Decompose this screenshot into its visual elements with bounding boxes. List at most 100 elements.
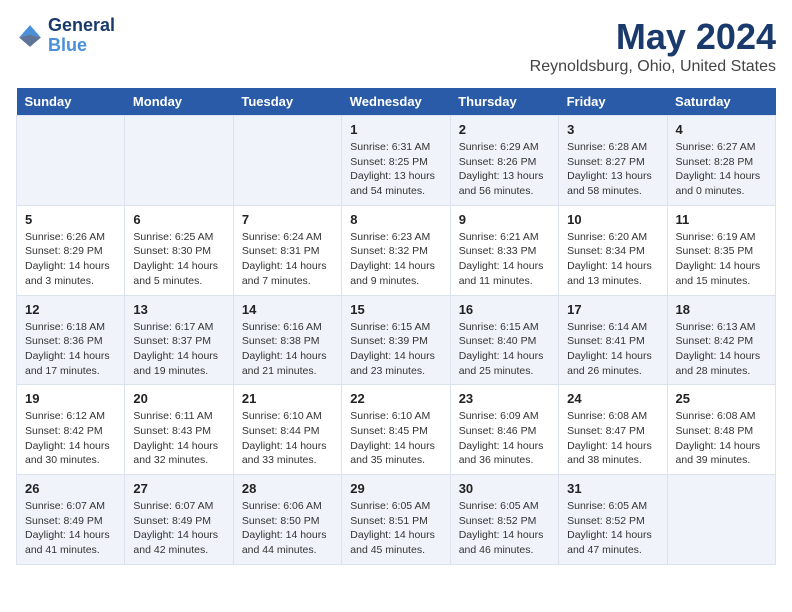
calendar-cell: 28 Sunrise: 6:06 AM Sunset: 8:50 PM Dayli…	[233, 475, 341, 565]
cell-info: Sunrise: 6:05 AM Sunset: 8:52 PM Dayligh…	[567, 499, 658, 558]
calendar-cell: 15 Sunrise: 6:15 AM Sunset: 8:39 PM Dayli…	[342, 295, 450, 385]
day-number: 3	[567, 122, 658, 137]
calendar-cell: 3 Sunrise: 6:28 AM Sunset: 8:27 PM Daylig…	[559, 116, 667, 206]
cell-info: Sunrise: 6:10 AM Sunset: 8:44 PM Dayligh…	[242, 409, 333, 468]
cell-info: Sunrise: 6:21 AM Sunset: 8:33 PM Dayligh…	[459, 230, 550, 289]
header-thursday: Thursday	[450, 88, 558, 116]
header-wednesday: Wednesday	[342, 88, 450, 116]
calendar-cell: 12Sunrise: 6:18 AM Sunset: 8:36 PM Dayli…	[17, 295, 125, 385]
calendar-cell: 25 Sunrise: 6:08 AM Sunset: 8:48 PM Dayli…	[667, 385, 775, 475]
calendar-cell: 24 Sunrise: 6:08 AM Sunset: 8:47 PM Dayli…	[559, 385, 667, 475]
page-header: General Blue May 2024 Reynoldsburg, Ohio…	[16, 16, 776, 76]
cell-info: Sunrise: 6:26 AM Sunset: 8:29 PM Dayligh…	[25, 230, 116, 289]
subtitle: Reynoldsburg, Ohio, United States	[530, 58, 776, 76]
day-number: 18	[676, 302, 767, 317]
day-number: 29	[350, 481, 441, 496]
day-number: 11	[676, 212, 767, 227]
cell-info: Sunrise: 6:20 AM Sunset: 8:34 PM Dayligh…	[567, 230, 658, 289]
day-number: 27	[133, 481, 224, 496]
main-title: May 2024	[530, 16, 776, 58]
calendar-table: SundayMondayTuesdayWednesdayThursdayFrid…	[16, 88, 776, 565]
calendar-cell: 16Sunrise: 6:15 AM Sunset: 8:40 PM Dayli…	[450, 295, 558, 385]
week-row-2: 12Sunrise: 6:18 AM Sunset: 8:36 PM Dayli…	[17, 295, 776, 385]
cell-info: Sunrise: 6:08 AM Sunset: 8:47 PM Dayligh…	[567, 409, 658, 468]
calendar-cell: 2Sunrise: 6:29 AM Sunset: 8:26 PM Daylig…	[450, 116, 558, 206]
logo: General Blue	[16, 16, 115, 56]
cell-info: Sunrise: 6:10 AM Sunset: 8:45 PM Dayligh…	[350, 409, 441, 468]
logo-line2: Blue	[48, 35, 87, 55]
day-number: 2	[459, 122, 550, 137]
calendar-cell: 13 Sunrise: 6:17 AM Sunset: 8:37 PM Dayli…	[125, 295, 233, 385]
cell-info: Sunrise: 6:28 AM Sunset: 8:27 PM Dayligh…	[567, 140, 658, 199]
cell-info: Sunrise: 6:11 AM Sunset: 8:43 PM Dayligh…	[133, 409, 224, 468]
cell-info: Sunrise: 6:12 AM Sunset: 8:42 PM Dayligh…	[25, 409, 116, 468]
calendar-cell: 6 Sunrise: 6:25 AM Sunset: 8:30 PM Daylig…	[125, 205, 233, 295]
cell-info: Sunrise: 6:06 AM Sunset: 8:50 PM Dayligh…	[242, 499, 333, 558]
day-number: 9	[459, 212, 550, 227]
day-number: 10	[567, 212, 658, 227]
cell-info: Sunrise: 6:13 AM Sunset: 8:42 PM Dayligh…	[676, 320, 767, 379]
calendar-cell: 7Sunrise: 6:24 AM Sunset: 8:31 PM Daylig…	[233, 205, 341, 295]
logo-icon	[16, 22, 44, 50]
header-tuesday: Tuesday	[233, 88, 341, 116]
calendar-cell: 11 Sunrise: 6:19 AM Sunset: 8:35 PM Dayli…	[667, 205, 775, 295]
day-number: 26	[25, 481, 116, 496]
cell-info: Sunrise: 6:08 AM Sunset: 8:48 PM Dayligh…	[676, 409, 767, 468]
calendar-cell: 31Sunrise: 6:05 AM Sunset: 8:52 PM Dayli…	[559, 475, 667, 565]
calendar-cell	[233, 116, 341, 206]
calendar-cell	[17, 116, 125, 206]
title-area: May 2024 Reynoldsburg, Ohio, United Stat…	[530, 16, 776, 76]
day-number: 5	[25, 212, 116, 227]
day-number: 4	[676, 122, 767, 137]
day-number: 14	[242, 302, 333, 317]
calendar-cell: 17Sunrise: 6:14 AM Sunset: 8:41 PM Dayli…	[559, 295, 667, 385]
calendar-cell: 26 Sunrise: 6:07 AM Sunset: 8:49 PM Dayli…	[17, 475, 125, 565]
cell-info: Sunrise: 6:23 AM Sunset: 8:32 PM Dayligh…	[350, 230, 441, 289]
day-number: 15	[350, 302, 441, 317]
calendar-cell: 30Sunrise: 6:05 AM Sunset: 8:52 PM Dayli…	[450, 475, 558, 565]
day-number: 21	[242, 391, 333, 406]
day-number: 30	[459, 481, 550, 496]
cell-info: Sunrise: 6:15 AM Sunset: 8:39 PM Dayligh…	[350, 320, 441, 379]
day-number: 1	[350, 122, 441, 137]
day-number: 13	[133, 302, 224, 317]
cell-info: Sunrise: 6:09 AM Sunset: 8:46 PM Dayligh…	[459, 409, 550, 468]
day-number: 6	[133, 212, 224, 227]
calendar-cell: 1 Sunrise: 6:31 AM Sunset: 8:25 PM Daylig…	[342, 116, 450, 206]
calendar-cell: 18 Sunrise: 6:13 AM Sunset: 8:42 PM Dayli…	[667, 295, 775, 385]
calendar-cell: 22 Sunrise: 6:10 AM Sunset: 8:45 PM Dayli…	[342, 385, 450, 475]
week-row-0: 1 Sunrise: 6:31 AM Sunset: 8:25 PM Daylig…	[17, 116, 776, 206]
day-number: 19	[25, 391, 116, 406]
cell-info: Sunrise: 6:31 AM Sunset: 8:25 PM Dayligh…	[350, 140, 441, 199]
day-number: 24	[567, 391, 658, 406]
header-monday: Monday	[125, 88, 233, 116]
cell-info: Sunrise: 6:07 AM Sunset: 8:49 PM Dayligh…	[133, 499, 224, 558]
calendar-cell: 8 Sunrise: 6:23 AM Sunset: 8:32 PM Daylig…	[342, 205, 450, 295]
calendar-cell: 14 Sunrise: 6:16 AM Sunset: 8:38 PM Dayli…	[233, 295, 341, 385]
cell-info: Sunrise: 6:07 AM Sunset: 8:49 PM Dayligh…	[25, 499, 116, 558]
day-number: 12	[25, 302, 116, 317]
calendar-cell	[125, 116, 233, 206]
cell-info: Sunrise: 6:19 AM Sunset: 8:35 PM Dayligh…	[676, 230, 767, 289]
calendar-cell	[667, 475, 775, 565]
cell-info: Sunrise: 6:14 AM Sunset: 8:41 PM Dayligh…	[567, 320, 658, 379]
cell-info: Sunrise: 6:16 AM Sunset: 8:38 PM Dayligh…	[242, 320, 333, 379]
cell-info: Sunrise: 6:15 AM Sunset: 8:40 PM Dayligh…	[459, 320, 550, 379]
calendar-cell: 29 Sunrise: 6:05 AM Sunset: 8:51 PM Dayli…	[342, 475, 450, 565]
logo-text: General Blue	[48, 16, 115, 56]
logo-line1: General	[48, 16, 115, 36]
cell-info: Sunrise: 6:17 AM Sunset: 8:37 PM Dayligh…	[133, 320, 224, 379]
day-number: 8	[350, 212, 441, 227]
week-row-4: 26 Sunrise: 6:07 AM Sunset: 8:49 PM Dayli…	[17, 475, 776, 565]
cell-info: Sunrise: 6:05 AM Sunset: 8:51 PM Dayligh…	[350, 499, 441, 558]
calendar-cell: 9 Sunrise: 6:21 AM Sunset: 8:33 PM Daylig…	[450, 205, 558, 295]
week-row-3: 19 Sunrise: 6:12 AM Sunset: 8:42 PM Dayli…	[17, 385, 776, 475]
header-saturday: Saturday	[667, 88, 775, 116]
calendar-cell: 19 Sunrise: 6:12 AM Sunset: 8:42 PM Dayli…	[17, 385, 125, 475]
day-number: 28	[242, 481, 333, 496]
cell-info: Sunrise: 6:25 AM Sunset: 8:30 PM Dayligh…	[133, 230, 224, 289]
week-row-1: 5 Sunrise: 6:26 AM Sunset: 8:29 PM Daylig…	[17, 205, 776, 295]
calendar-cell: 10 Sunrise: 6:20 AM Sunset: 8:34 PM Dayli…	[559, 205, 667, 295]
day-number: 25	[676, 391, 767, 406]
day-number: 22	[350, 391, 441, 406]
